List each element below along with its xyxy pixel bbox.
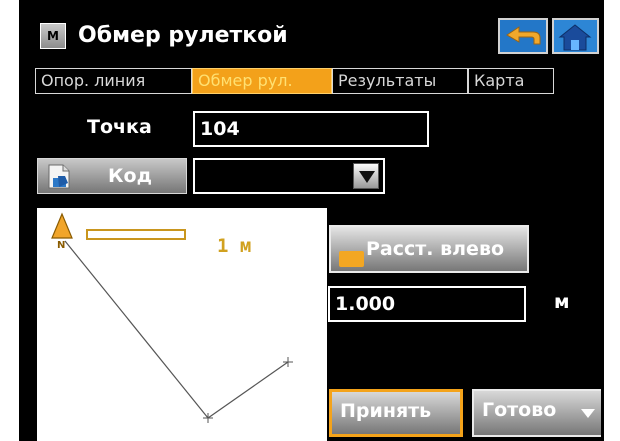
code-select[interactable]: [193, 158, 385, 194]
home-button[interactable]: [552, 18, 599, 54]
folder-icon: [339, 251, 364, 267]
code-button-label: Код: [108, 165, 152, 187]
window-title: Обмер рулеткой: [78, 23, 288, 48]
distance-unit: м: [554, 291, 570, 313]
survey-tape-measure-window: M Обмер рулеткой Опор. линия Обмер рул. …: [22, 3, 601, 441]
code-document-icon: [48, 164, 70, 189]
distance-input[interactable]: [328, 286, 526, 322]
screen-border-right: [601, 0, 604, 441]
code-select-value: [195, 160, 345, 192]
measurement-map[interactable]: N 1 м: [37, 208, 327, 441]
done-button[interactable]: Готово: [472, 389, 601, 437]
back-button[interactable]: [498, 18, 548, 54]
scale-label: 1 м: [217, 235, 252, 257]
measurement-map-drawing: N: [51, 212, 293, 423]
distance-left-label: Расст. влево: [366, 238, 505, 260]
distance-left-button[interactable]: Расст. влево: [329, 225, 529, 273]
done-button-label: Готово: [482, 399, 557, 421]
chevron-down-icon[interactable]: [353, 163, 379, 189]
tab-strip: Опор. линия Обмер рул. Результаты Карта: [35, 66, 601, 96]
tab-map[interactable]: Карта: [468, 68, 554, 94]
chevron-down-icon: [581, 409, 595, 418]
back-arrow-icon: [500, 20, 546, 52]
tab-results[interactable]: Результаты: [332, 68, 468, 94]
tab-tape-measure[interactable]: Обмер рул.: [192, 68, 332, 94]
point-input[interactable]: [193, 111, 429, 147]
scale-bar: [86, 229, 186, 240]
tab-reference-line[interactable]: Опор. линия: [35, 68, 192, 94]
code-button[interactable]: Код: [37, 158, 187, 194]
map-point-marker-2: [283, 357, 293, 367]
accept-button[interactable]: Принять: [329, 389, 463, 437]
home-icon: [554, 20, 597, 52]
title-bar: M Обмер рулеткой: [22, 3, 601, 65]
map-traverse-line-2: [207, 361, 289, 419]
device-screen: M Обмер рулеткой Опор. линия Обмер рул. …: [0, 0, 620, 441]
point-label: Точка: [87, 116, 152, 138]
svg-text:N: N: [57, 240, 65, 251]
map-traverse-line-1: [64, 240, 209, 419]
app-icon: M: [40, 23, 66, 49]
